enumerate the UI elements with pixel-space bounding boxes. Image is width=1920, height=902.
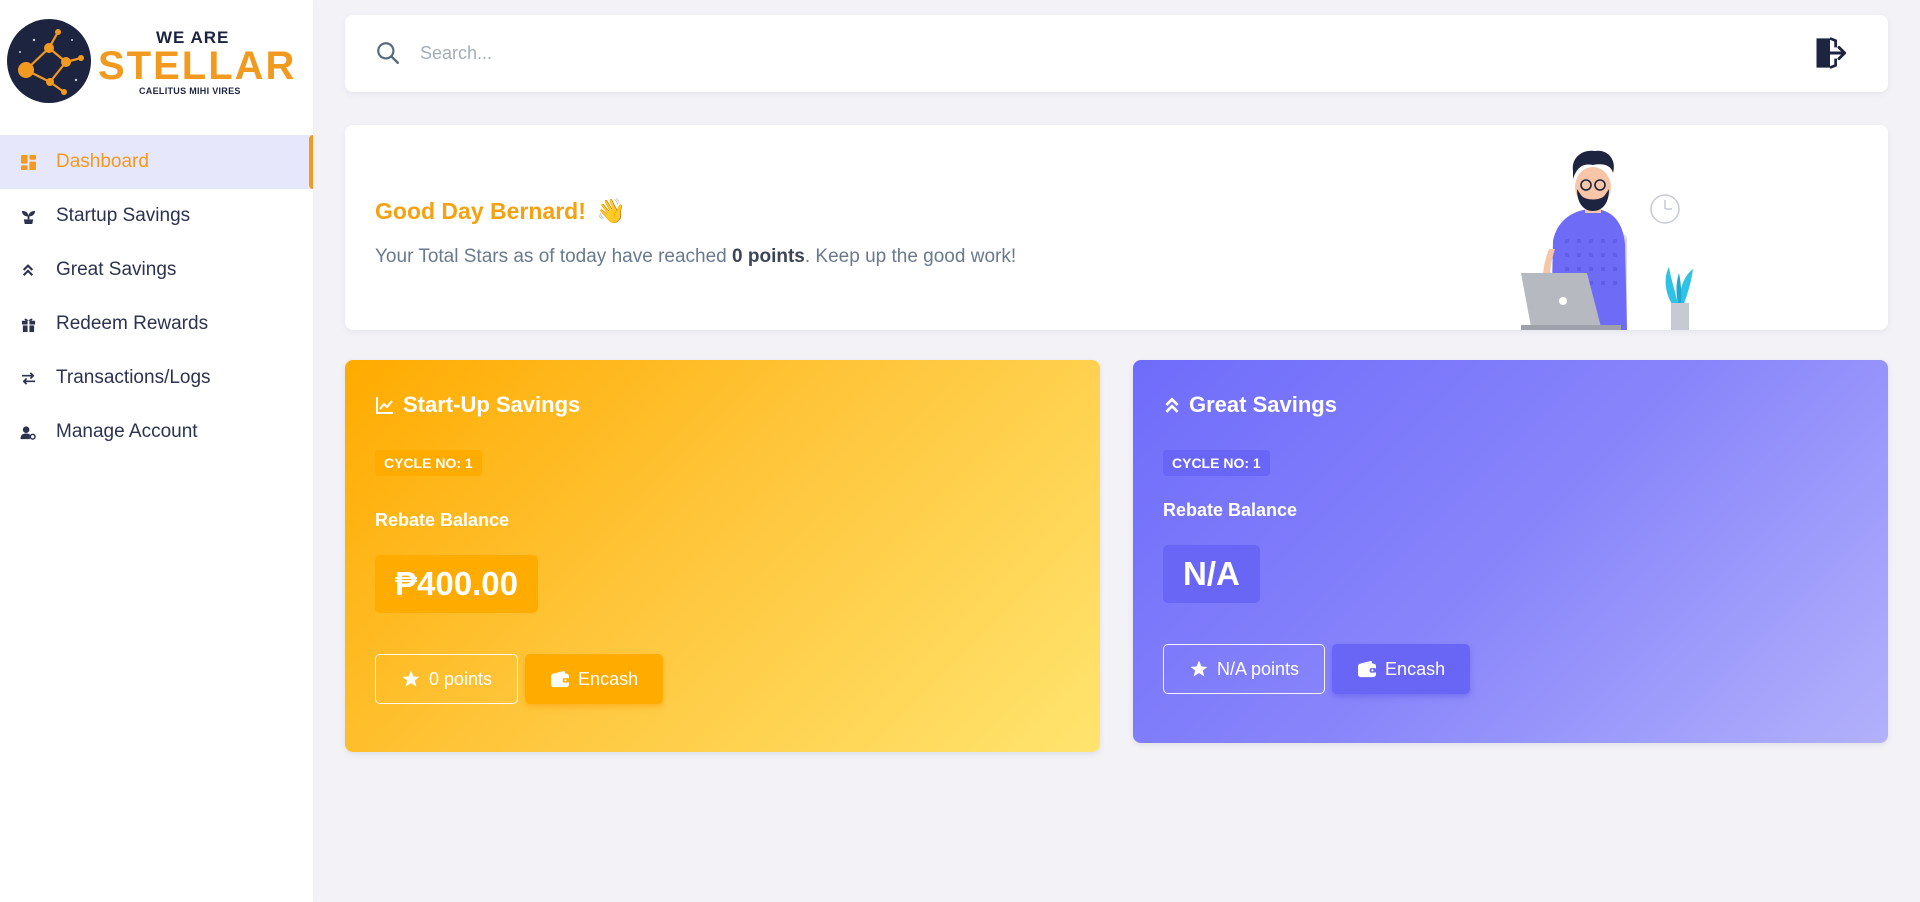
message-suffix: . Keep up the good work!: [804, 246, 1017, 267]
wallet-icon: [1357, 660, 1377, 678]
search-input[interactable]: [420, 33, 1720, 73]
dashboard-icon: [20, 154, 36, 170]
card-title-text: Start-Up Savings: [403, 392, 581, 417]
greeting-text: Good Day Bernard!: [375, 198, 586, 224]
sidebar-item-transactions-logs[interactable]: Transactions/Logs: [0, 351, 313, 405]
card-title-text: Great Savings: [1189, 392, 1337, 417]
encash-button-label: Encash: [578, 668, 639, 689]
points-button-label: 0 points: [429, 668, 493, 689]
encash-button-label: Encash: [1385, 658, 1446, 679]
search-icon: [377, 42, 399, 64]
sidebar-item-manage-account[interactable]: Manage Account: [0, 405, 313, 459]
points-button-label: N/A points: [1217, 658, 1300, 679]
sidebar-item-label: Startup Savings: [56, 205, 191, 226]
card-title: Start-Up Savings: [375, 392, 580, 418]
cycle-badge: CYCLE NO: 1: [1163, 450, 1270, 476]
gift-icon: [20, 316, 36, 332]
welcome-card: Good Day Bernard! 👋 Your Total Stars as …: [345, 125, 1888, 330]
waving-hand-icon: 👋: [596, 198, 627, 225]
wallet-icon: [550, 670, 570, 688]
seedling-icon: [20, 208, 36, 224]
star-icon: [401, 669, 421, 689]
welcome-message: Your Total Stars as of today have reache…: [375, 246, 1016, 268]
star-icon: [1189, 659, 1209, 679]
rebate-balance-value: N/A: [1163, 545, 1260, 603]
sidebar-item-great-savings[interactable]: Great Savings: [0, 243, 313, 297]
top-search-bar: [345, 15, 1888, 92]
sidebar-item-dashboard[interactable]: Dashboard: [0, 135, 313, 189]
rebate-balance-label: Rebate Balance: [1163, 500, 1298, 520]
encash-button[interactable]: Encash: [1332, 644, 1471, 694]
total-points: 0 points: [732, 246, 805, 267]
welcome-greeting: Good Day Bernard! 👋: [375, 197, 626, 226]
sidebar: WE ARE STELLAR CAELITUS MIHI VIRES Dashb…: [0, 0, 313, 902]
cycle-badge: CYCLE NO: 1: [375, 450, 482, 476]
startup-savings-card: Start-Up Savings CYCLE NO: 1 Rebate Bala…: [345, 360, 1100, 752]
brand-tagline: CAELITUS MIHI VIRES: [139, 86, 241, 96]
sidebar-item-label: Dashboard: [56, 151, 149, 172]
encash-button[interactable]: Encash: [525, 654, 664, 704]
sidebar-item-redeem-rewards[interactable]: Redeem Rewards: [0, 297, 313, 351]
points-button[interactable]: 0 points: [375, 654, 519, 704]
logout-icon[interactable]: [1812, 35, 1848, 71]
sidebar-item-label: Manage Account: [56, 421, 198, 442]
line-chart-icon: [375, 395, 395, 415]
rebate-balance-value: ₱400.00: [375, 555, 538, 613]
great-savings-card: Great Savings CYCLE NO: 1 Rebate Balance…: [1133, 360, 1888, 743]
rebate-balance-label: Rebate Balance: [375, 510, 510, 530]
points-button[interactable]: N/A points: [1163, 644, 1326, 694]
sidebar-item-label: Redeem Rewards: [56, 313, 209, 334]
double-chevron-up-icon: [20, 262, 36, 278]
transfer-arrows-icon: [20, 370, 36, 386]
brand-logo[interactable]: WE ARE STELLAR CAELITUS MIHI VIRES: [6, 16, 294, 106]
sidebar-menu: Dashboard Startup Savings Great Savings …: [0, 135, 313, 459]
man-with-laptop-illustration: [1521, 150, 1693, 330]
sidebar-item-label: Great Savings: [56, 259, 177, 280]
double-chevron-up-icon: [1163, 396, 1181, 414]
card-actions: N/A points Encash: [1163, 644, 1471, 694]
sidebar-item-label: Transactions/Logs: [56, 367, 211, 388]
user-cog-icon: [20, 424, 36, 440]
sidebar-item-startup-savings[interactable]: Startup Savings: [0, 189, 313, 243]
brand-name: STELLAR: [98, 44, 297, 88]
message-prefix: Your Total Stars as of today have reache…: [375, 246, 727, 267]
card-actions: 0 points Encash: [375, 654, 664, 704]
stellar-emblem-icon: [7, 19, 91, 103]
card-title: Great Savings: [1163, 392, 1337, 418]
